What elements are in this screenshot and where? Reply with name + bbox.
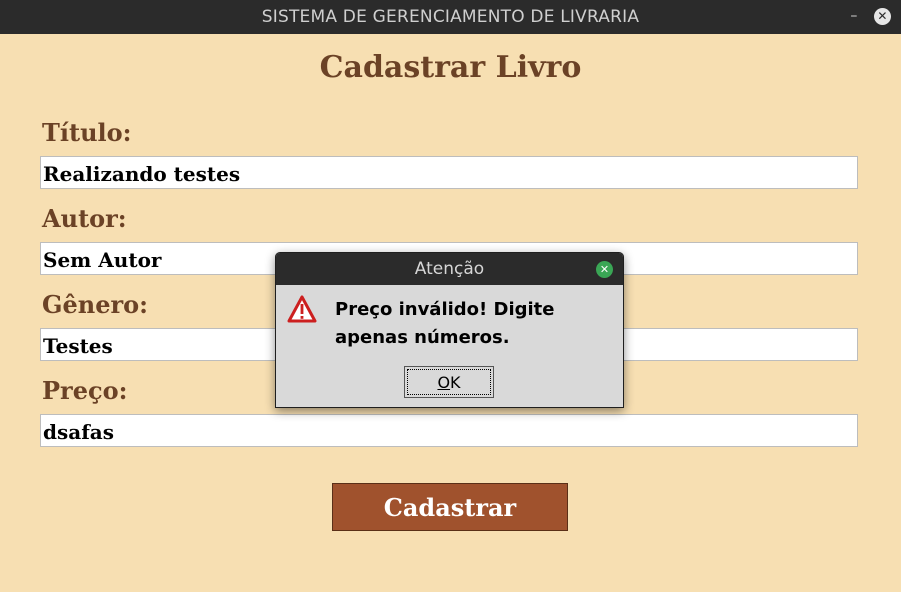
alert-dialog: Atenção ✕ Preço inválido! Digite apenas … (275, 252, 624, 408)
titulo-label: Título: (42, 118, 132, 147)
window-titlebar[interactable]: SISTEMA DE GERENCIAMENTO DE LIVRARIA – ✕ (0, 0, 901, 34)
minimize-icon[interactable]: – (847, 7, 861, 25)
ok-mnemonic: O (437, 372, 451, 392)
genero-label: Gênero: (42, 290, 148, 319)
preco-input[interactable] (40, 414, 858, 447)
window-title: SISTEMA DE GERENCIAMENTO DE LIVRARIA (261, 7, 640, 27)
warning-icon (287, 295, 317, 323)
dialog-message: Preço inválido! Digite apenas números. (335, 299, 555, 348)
autor-label: Autor: (42, 204, 127, 233)
titulo-input[interactable] (40, 156, 858, 189)
page-title: Cadastrar Livro (319, 50, 582, 85)
ok-label-rest: K (450, 372, 461, 392)
ok-button[interactable]: OK (404, 366, 494, 398)
dialog-title: Atenção (414, 259, 485, 279)
dialog-close-icon[interactable]: ✕ (596, 261, 613, 278)
dialog-titlebar[interactable]: Atenção ✕ (276, 253, 623, 285)
preco-label: Preço: (42, 376, 128, 405)
main-window: SISTEMA DE GERENCIAMENTO DE LIVRARIA – ✕… (0, 0, 901, 592)
cadastrar-button[interactable]: Cadastrar (332, 483, 568, 531)
close-icon[interactable]: ✕ (874, 8, 891, 25)
